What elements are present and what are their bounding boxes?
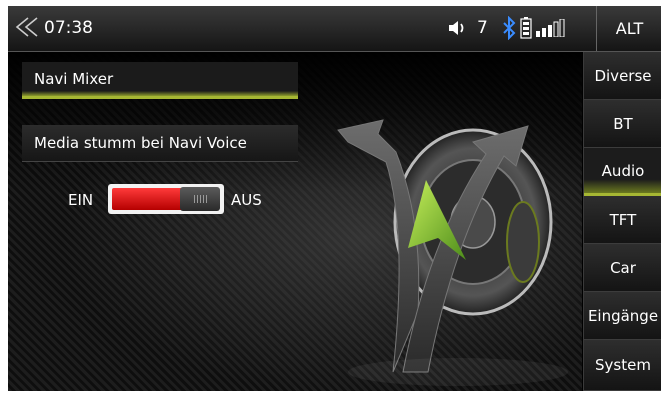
status-bar: 07:38 7 ALT [8, 6, 661, 52]
settings-sidebar: Diverse BT Audio TFT Car Eingänge System [583, 52, 661, 391]
toggle-off-label: AUS [231, 191, 262, 209]
sidebar-item-tft[interactable]: TFT [584, 196, 661, 244]
volume-icon [449, 21, 464, 35]
sidebar-item-car[interactable]: Car [584, 244, 661, 292]
signal-icon [536, 19, 565, 37]
speaker-navigation-illustration [337, 119, 568, 386]
toggle-on-label: EIN [68, 191, 94, 209]
sidebar-item-system[interactable]: System [584, 340, 661, 391]
toggle-knob[interactable] [180, 187, 220, 211]
mute-toggle-switch[interactable] [108, 184, 224, 214]
audio-settings-panel: Navi Mixer Media stumm bei Navi Voice EI… [8, 52, 582, 391]
sidebar-item-bt[interactable]: BT [584, 100, 661, 148]
alt-button[interactable]: ALT [596, 6, 661, 51]
bluetooth-icon [503, 16, 516, 40]
sidebar-item-eingaenge[interactable]: Eingänge [584, 292, 661, 340]
navi-mixer-item[interactable]: Navi Mixer [22, 62, 298, 99]
sidebar-item-audio[interactable]: Audio [584, 148, 661, 196]
volume-level: 7 [477, 18, 488, 38]
clock: 07:38 [44, 18, 93, 38]
media-mute-item[interactable]: Media stumm bei Navi Voice [22, 125, 298, 162]
head-unit-screen: 07:38 7 ALT Navi Mixer Media stumm bei N… [8, 6, 661, 391]
sidebar-item-diverse[interactable]: Diverse [584, 52, 661, 100]
battery-icon [520, 17, 532, 39]
back-icon[interactable] [14, 17, 40, 37]
